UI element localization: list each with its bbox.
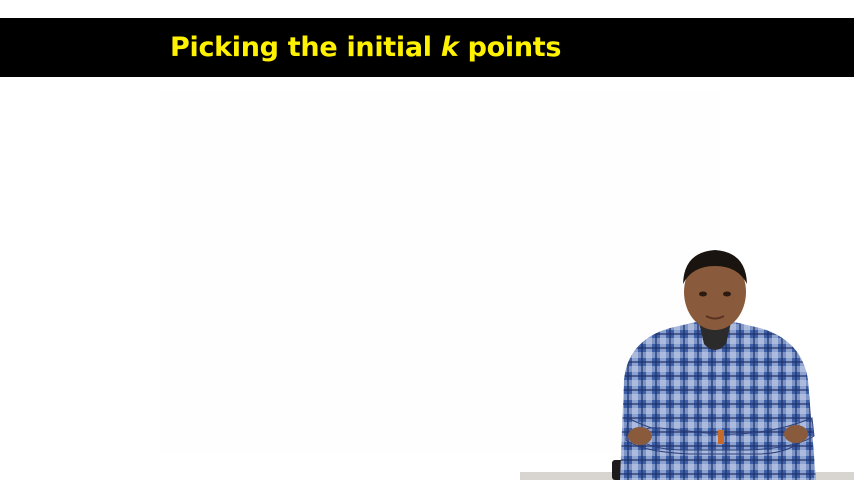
presenter-video [520,240,854,480]
slide-title: Picking the initial k points [170,30,561,66]
lecture-slide: Picking the initial k points [0,0,854,480]
title-suffix: points [458,32,562,63]
wristband [718,430,724,444]
presenter-figure [520,250,854,480]
title-variable: k [440,32,459,63]
title-prefix: Picking the initial [170,32,441,63]
